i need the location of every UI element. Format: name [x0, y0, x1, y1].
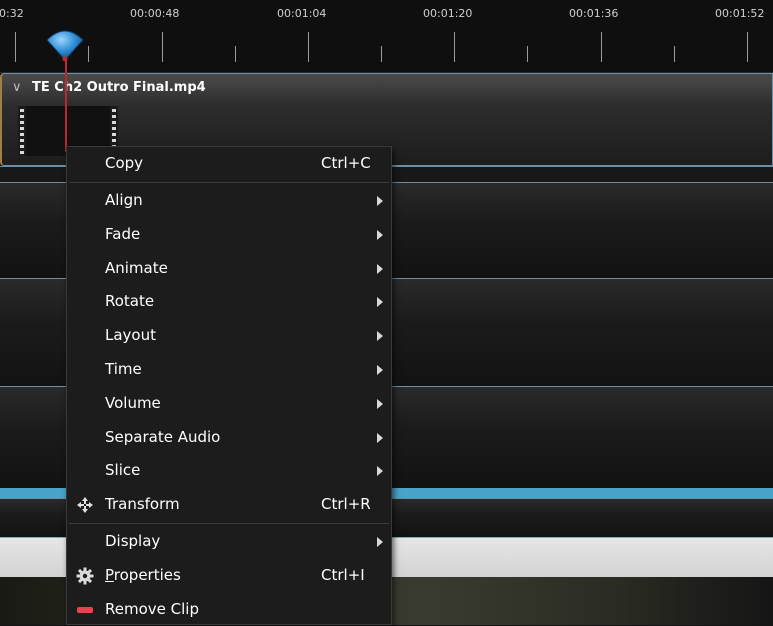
ruler-tick	[381, 46, 382, 62]
menu-item-label: Fade	[105, 225, 141, 243]
submenu-arrow-icon	[377, 196, 383, 206]
submenu-arrow-icon	[377, 297, 383, 307]
menu-item-properties[interactable]: Properties Ctrl+I	[67, 559, 391, 592]
ruler-tick	[235, 46, 236, 62]
ruler-tick	[454, 32, 455, 62]
menu-item-volume[interactable]: Volume	[67, 387, 391, 420]
playhead-line	[65, 60, 67, 152]
menu-item-label: Remove Clip	[105, 600, 199, 618]
move-arrows-icon	[77, 497, 93, 513]
submenu-arrow-icon	[377, 433, 383, 443]
playhead-handle[interactable]	[44, 26, 86, 62]
ruler-tick	[747, 32, 748, 62]
menu-item-remove-clip[interactable]: Remove Clip	[67, 593, 391, 626]
menu-item-label: Layout	[105, 326, 156, 344]
ruler-time-label: 00:01:52	[715, 7, 765, 20]
ruler-tick	[601, 32, 602, 62]
menu-item-label: Volume	[105, 394, 161, 412]
submenu-arrow-icon	[377, 365, 383, 375]
menu-separator	[69, 182, 389, 183]
menu-item-animate[interactable]: Animate	[67, 252, 391, 285]
ruler-tick	[308, 32, 309, 62]
submenu-arrow-icon	[377, 466, 383, 476]
menu-item-copy[interactable]: Copy Ctrl+C	[67, 147, 391, 180]
submenu-arrow-icon	[377, 537, 383, 547]
menu-item-label: Properties	[105, 566, 181, 584]
menu-item-fade[interactable]: Fade	[67, 218, 391, 251]
context-menu: Copy Ctrl+C Align Fade Animate Rotate La…	[66, 146, 392, 625]
menu-shortcut: Ctrl+C	[321, 154, 371, 172]
menu-item-label: Display	[105, 532, 161, 550]
submenu-arrow-icon	[377, 264, 383, 274]
clip-title: TE Ch2 Outro Final.mp4	[32, 80, 206, 95]
gear-icon	[76, 567, 94, 585]
menu-item-display[interactable]: Display	[67, 525, 391, 558]
menu-item-label: Time	[105, 360, 142, 378]
ruler-tick	[162, 32, 163, 62]
menu-item-label: Animate	[105, 259, 168, 277]
menu-item-label: Copy	[105, 154, 144, 172]
ruler-tick	[527, 46, 528, 62]
ruler-tick	[674, 46, 675, 62]
menu-item-layout[interactable]: Layout	[67, 319, 391, 352]
menu-item-label: Slice	[105, 461, 141, 479]
menu-item-rotate[interactable]: Rotate	[67, 285, 391, 318]
menu-shortcut: Ctrl+R	[321, 495, 371, 513]
menu-item-time[interactable]: Time	[67, 353, 391, 386]
ruler-time-label: 00:01:20	[423, 7, 473, 20]
menu-shortcut: Ctrl+I	[321, 566, 365, 584]
submenu-arrow-icon	[377, 399, 383, 409]
menu-separator	[69, 523, 389, 524]
menu-item-transform[interactable]: Transform Ctrl+R	[67, 488, 391, 521]
menu-item-label: Align	[105, 191, 143, 209]
remove-icon	[77, 607, 93, 613]
timeline-ruler[interactable]: 0:32 00:00:48 00:01:04 00:01:20 00:01:36…	[0, 0, 773, 73]
submenu-arrow-icon	[377, 331, 383, 341]
ruler-time-label: 00:00:48	[130, 7, 180, 20]
collapse-chevron-icon[interactable]: ∨	[12, 80, 22, 95]
menu-item-separate-audio[interactable]: Separate Audio	[67, 421, 391, 454]
ruler-tick	[15, 32, 16, 62]
menu-item-label: Transform	[105, 495, 180, 513]
ruler-time-label: 00:01:36	[569, 7, 619, 20]
ruler-tick	[88, 46, 89, 62]
ruler-time-label: 0:32	[0, 7, 24, 20]
menu-item-align[interactable]: Align	[67, 184, 391, 217]
submenu-arrow-icon	[377, 230, 383, 240]
menu-item-slice[interactable]: Slice	[67, 454, 391, 487]
menu-item-label: Separate Audio	[105, 428, 221, 446]
ruler-time-label: 00:01:04	[277, 7, 327, 20]
menu-item-label: Rotate	[105, 292, 155, 310]
